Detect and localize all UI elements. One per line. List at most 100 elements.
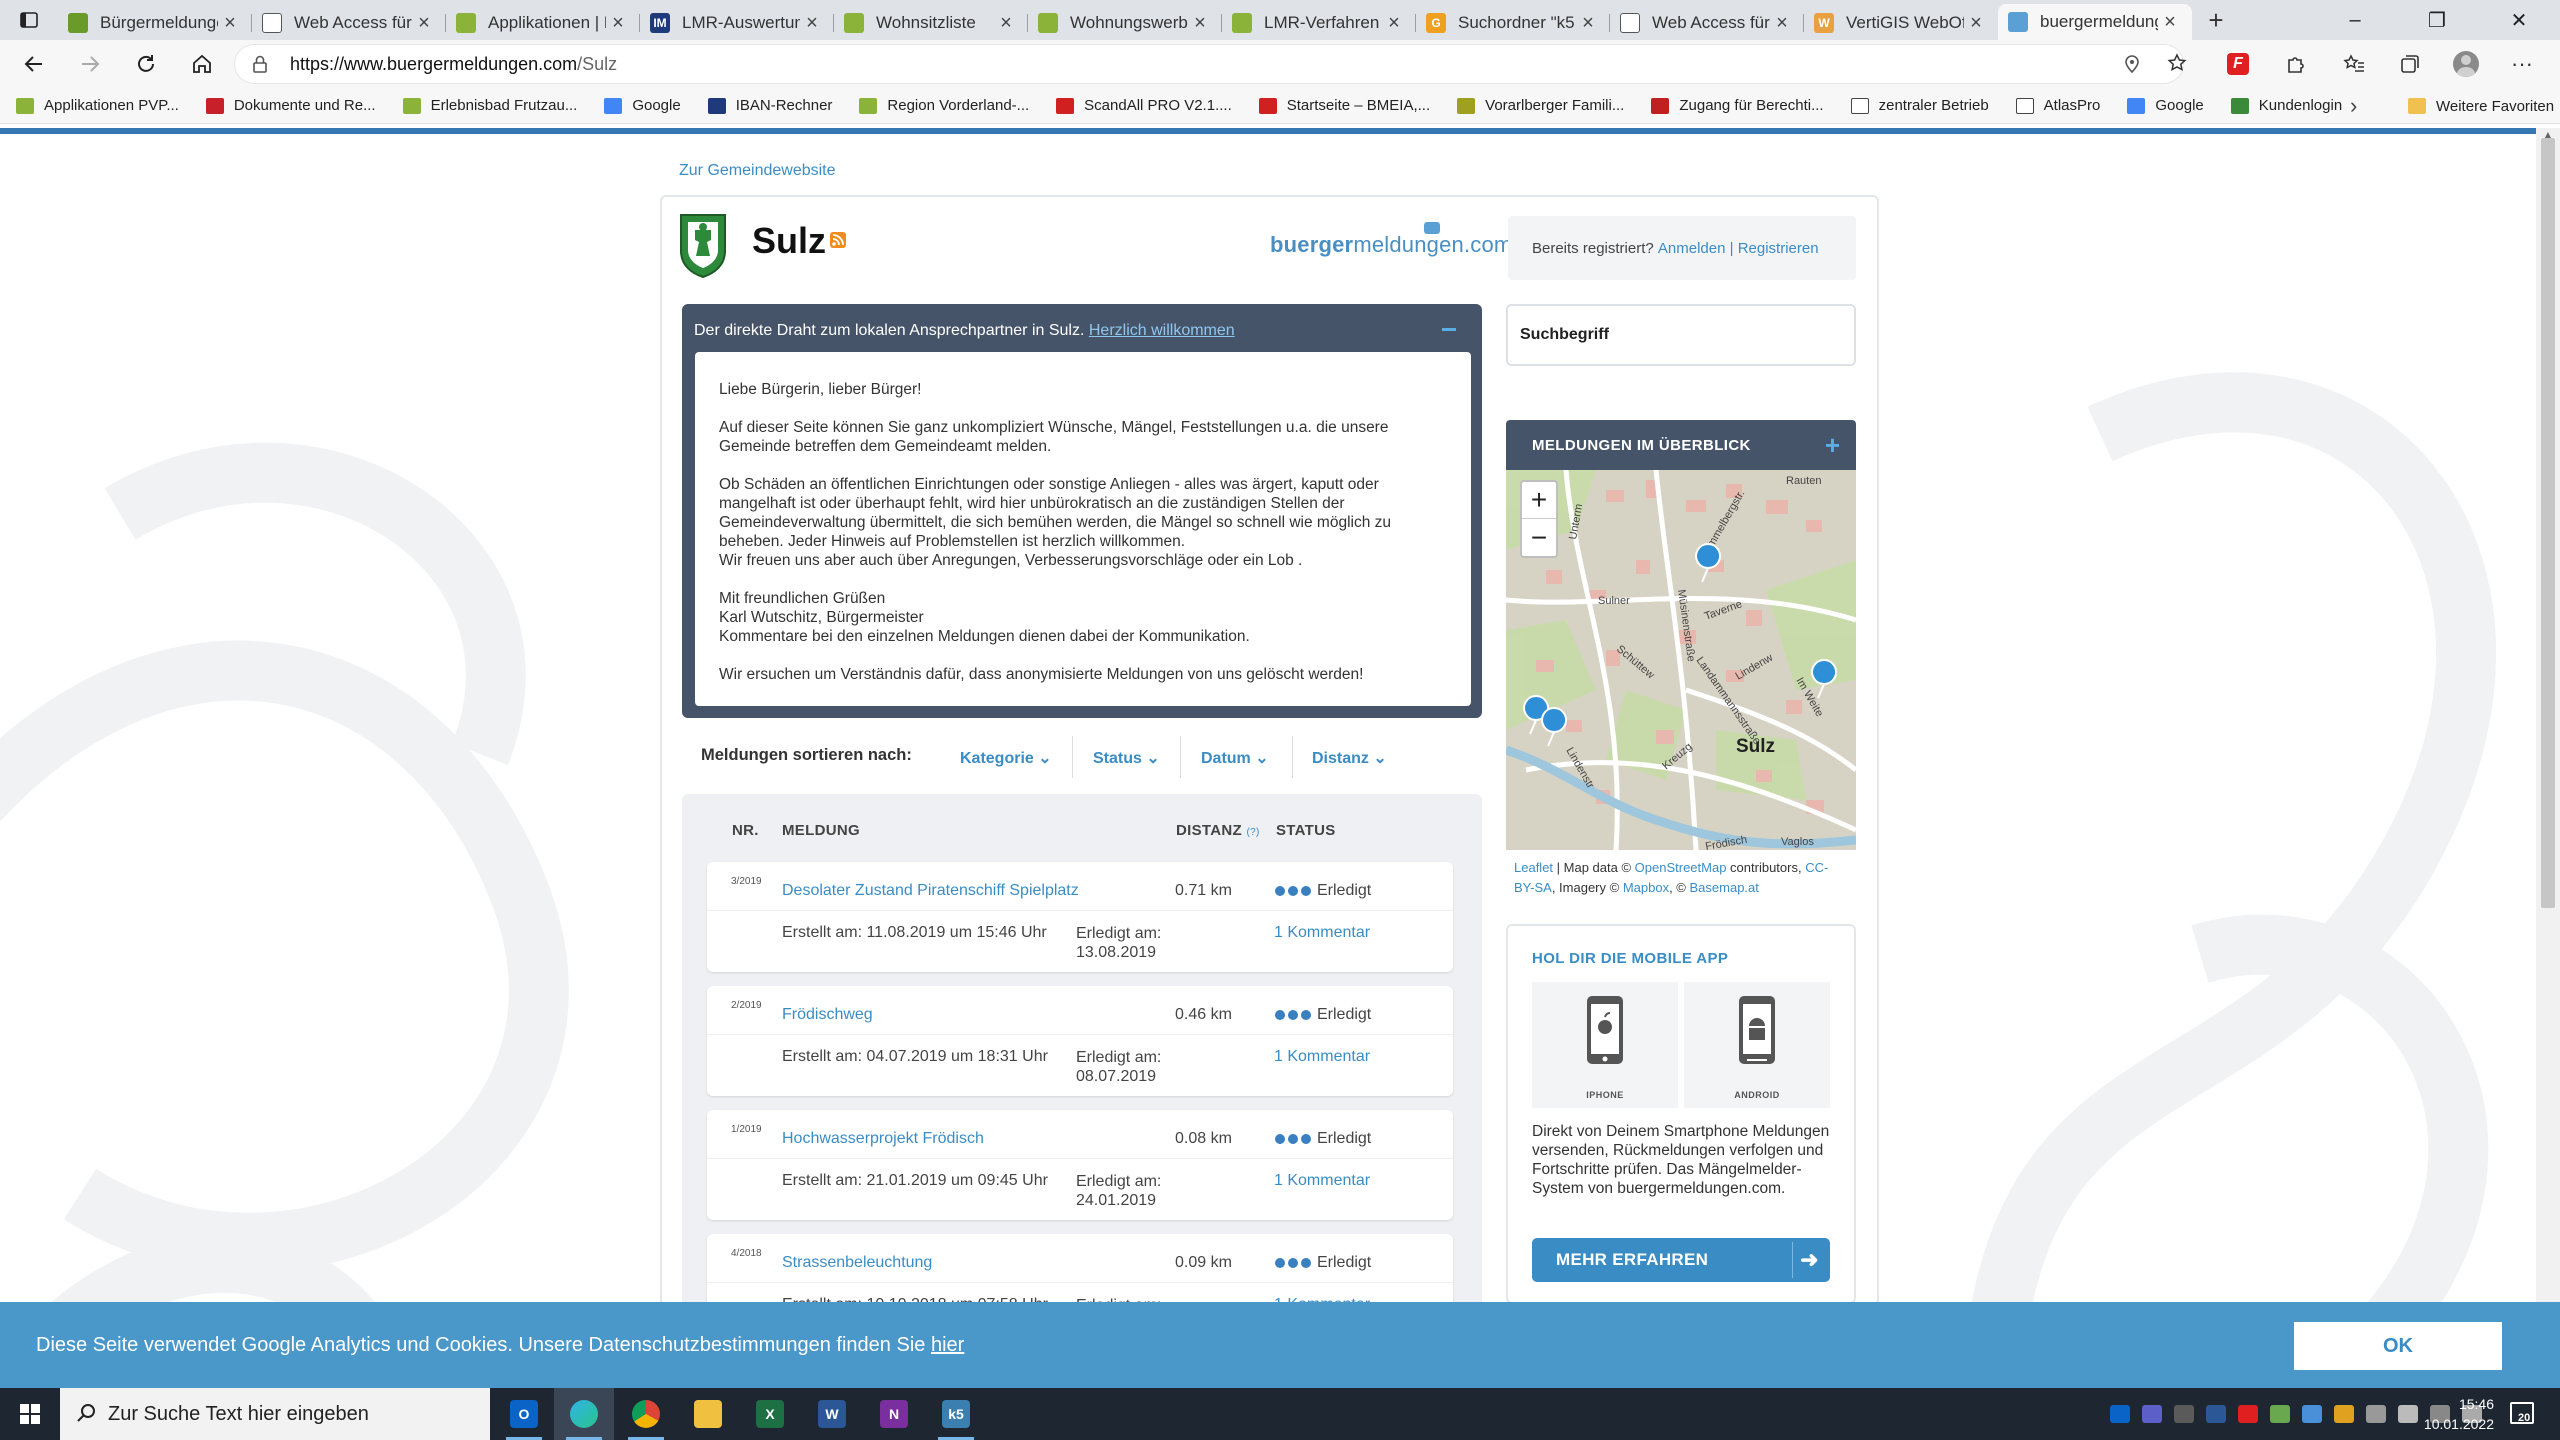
sort-distanz[interactable]: Distanz ⌄: [1312, 748, 1387, 768]
report-comments-link[interactable]: 1 Kommentar: [1274, 1048, 1370, 1066]
basemap-link[interactable]: Basemap.at: [1690, 880, 1759, 895]
close-tab-icon[interactable]: ×: [1576, 12, 1600, 35]
bookmark-item[interactable]: IBAN-Rechner: [692, 88, 844, 124]
taskbar-search[interactable]: Zur Suche Text hier eingeben: [60, 1388, 490, 1440]
start-button[interactable]: [0, 1388, 60, 1440]
bookmark-item[interactable]: ScandAll PRO V2.1....: [1040, 88, 1243, 124]
welcome-link[interactable]: Herzlich willkommen: [1089, 322, 1235, 339]
browser-tab[interactable]: W VertiGIS WebOffic×: [1804, 6, 1998, 40]
bookmark-item[interactable]: Erlebnisbad Frutzau...: [387, 88, 589, 124]
remote-app[interactable]: k5: [926, 1388, 986, 1440]
forward-button[interactable]: [62, 40, 118, 88]
report-card[interactable]: 3/2019 Desolater Zustand Piratenschiff Sp…: [707, 862, 1453, 972]
collapse-icon[interactable]: [1442, 328, 1456, 331]
close-tab-icon[interactable]: ×: [1382, 12, 1406, 35]
report-comments-link[interactable]: 1 Kommentar: [1274, 1172, 1370, 1190]
back-button[interactable]: [6, 40, 62, 88]
edge-app[interactable]: [554, 1388, 614, 1440]
bookmark-item[interactable]: AtlasPro: [2000, 88, 2112, 124]
osm-link[interactable]: OpenStreetMap: [1635, 860, 1727, 875]
sort-status[interactable]: Status ⌄: [1093, 748, 1160, 768]
browser-tab[interactable]: LMR-Verfahren ×: [1222, 6, 1416, 40]
settings-more-button[interactable]: ···: [2502, 44, 2542, 84]
teams-tray-icon[interactable]: [2142, 1405, 2162, 1423]
distance-help-link[interactable]: (?): [1246, 827, 1259, 838]
report-title-link[interactable]: Frödischweg: [782, 1006, 873, 1024]
report-card[interactable]: 2/2019 Frödischweg 0.46 km Erledigt Erstellt…: [707, 986, 1453, 1096]
info-tray-icon[interactable]: [2206, 1405, 2226, 1423]
new-tab-button[interactable]: +: [2192, 5, 2240, 36]
leaflet-link[interactable]: Leaflet: [1514, 860, 1553, 875]
excel-app[interactable]: X: [740, 1388, 800, 1440]
report-title-link[interactable]: Hochwasserprojekt Frödisch: [782, 1130, 984, 1148]
browser-tab[interactable]: Applikationen | PV×: [446, 6, 640, 40]
outlook-tray-icon[interactable]: [2110, 1405, 2130, 1423]
bookmarks-overflow-button[interactable]: ›: [2350, 88, 2357, 124]
browser-tab[interactable]: G Suchordner "k5 G×: [1416, 6, 1610, 40]
browser-tab[interactable]: Web Access für Re×: [1610, 6, 1804, 40]
page-scrollbar[interactable]: ▲ ▼: [2536, 128, 2560, 1388]
bookmark-item[interactable]: Google: [588, 88, 691, 124]
collections-button[interactable]: [2390, 44, 2430, 84]
bookmark-item[interactable]: Zugang für Berechti...: [1635, 88, 1834, 124]
close-tab-icon[interactable]: ×: [2158, 11, 2182, 34]
close-tab-icon[interactable]: ×: [606, 12, 630, 35]
reload-button[interactable]: [118, 40, 174, 88]
security-tray-icon[interactable]: [2174, 1405, 2194, 1423]
browser-tab[interactable]: Web Access für Re×: [252, 6, 446, 40]
word-app[interactable]: W: [802, 1388, 862, 1440]
close-tab-icon[interactable]: ×: [218, 12, 242, 35]
bookmark-item[interactable]: Applikationen PVP...: [0, 88, 190, 124]
report-title-link[interactable]: Strassenbeleuchtung: [782, 1254, 932, 1272]
other-favorites-folder[interactable]: Weitere Favoriten: [2392, 88, 2560, 124]
close-tab-icon[interactable]: ×: [1964, 12, 1988, 35]
bookmark-item[interactable]: Vorarlberger Famili...: [1441, 88, 1635, 124]
bookmark-item[interactable]: Dokumente und Re...: [190, 88, 387, 124]
report-card[interactable]: 1/2019 Hochwasserprojekt Frödisch 0.08 km E…: [707, 1110, 1453, 1220]
iphone-app-tile[interactable]: IPHONE: [1532, 982, 1678, 1108]
add-favorite-button[interactable]: [2158, 44, 2198, 84]
privacy-link[interactable]: hier: [931, 1334, 964, 1356]
flash-tray-icon[interactable]: [2238, 1405, 2258, 1423]
cloud-tray-icon[interactable]: [2302, 1405, 2322, 1423]
onenote-app[interactable]: N: [864, 1388, 924, 1440]
clock[interactable]: 15:46 10.01.2022: [2414, 1394, 2494, 1434]
bookmark-item[interactable]: zentraler Betrieb: [1835, 88, 2000, 124]
bookmark-item[interactable]: Region Vorderland-...: [843, 88, 1040, 124]
tab-actions-button[interactable]: [0, 0, 58, 40]
gemeinde-website-link[interactable]: Zur Gemeindewebsite: [679, 162, 836, 180]
close-tab-icon[interactable]: ×: [412, 12, 436, 35]
close-window-button[interactable]: ✕: [2478, 0, 2560, 40]
bookmark-item[interactable]: Google: [2111, 88, 2214, 124]
zoom-out-button[interactable]: −: [1522, 519, 1556, 556]
brand-logo[interactable]: buergermeldungen.com: [1270, 232, 1512, 258]
extensions-button[interactable]: [2276, 44, 2316, 84]
update-tray-icon[interactable]: [2334, 1405, 2354, 1423]
close-tab-icon[interactable]: ×: [994, 12, 1018, 35]
address-bar[interactable]: https://www.buergermeldungen.com/Sulz: [234, 44, 2184, 84]
report-title-link[interactable]: Desolater Zustand Piratenschiff Spielpla…: [782, 882, 1079, 900]
mapbox-link[interactable]: Mapbox: [1623, 880, 1669, 895]
close-tab-icon[interactable]: ×: [1188, 12, 1212, 35]
file-explorer-app[interactable]: [678, 1388, 738, 1440]
outlook-app[interactable]: O: [494, 1388, 554, 1440]
map-expand-icon[interactable]: +: [1825, 430, 1840, 461]
bookmark-item[interactable]: Kundenlogin: [2215, 88, 2353, 124]
rss-icon[interactable]: [830, 232, 846, 248]
sort-kategorie[interactable]: Kategorie ⌄: [960, 748, 1052, 768]
extension-flash-button[interactable]: F: [2218, 44, 2258, 84]
browser-tab[interactable]: IM LMR-Auswertunge×: [640, 6, 834, 40]
login-link[interactable]: Anmelden: [1658, 240, 1726, 257]
minimize-button[interactable]: –: [2314, 0, 2396, 40]
close-tab-icon[interactable]: ×: [800, 12, 824, 35]
register-link[interactable]: Registrieren: [1738, 240, 1819, 257]
scrollbar-thumb[interactable]: [2541, 138, 2555, 908]
bookmark-item[interactable]: Startseite – BMEIA,...: [1243, 88, 1441, 124]
profile-button[interactable]: [2446, 44, 2486, 84]
report-comments-link[interactable]: 1 Kommentar: [1274, 924, 1370, 942]
zoom-in-button[interactable]: +: [1522, 482, 1556, 519]
network-tray-icon[interactable]: [2270, 1405, 2290, 1423]
maximize-button[interactable]: ❐: [2396, 0, 2478, 40]
close-tab-icon[interactable]: ×: [1770, 12, 1794, 35]
search-input[interactable]: Suchbegriff: [1506, 304, 1856, 366]
